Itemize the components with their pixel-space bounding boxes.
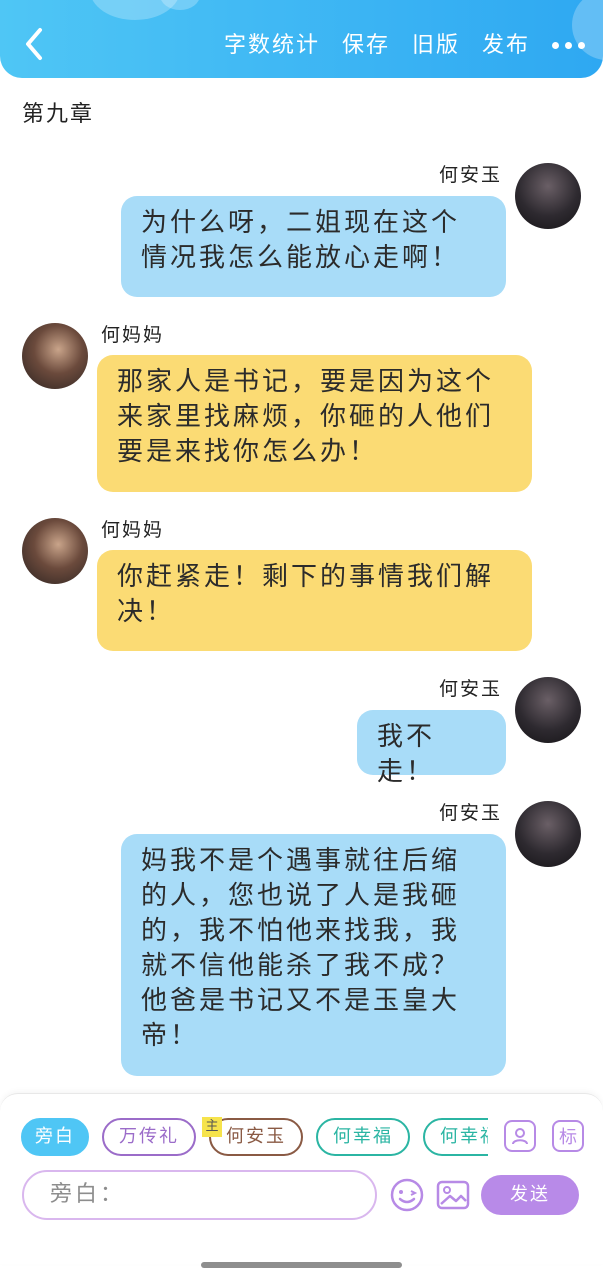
- emoji-icon-glyph: [390, 1178, 424, 1212]
- image-icon[interactable]: [435, 1177, 471, 1213]
- message-input[interactable]: 旁白：: [22, 1170, 377, 1220]
- speaker-name: 何妈妈: [101, 324, 165, 346]
- image-icon-glyph: [436, 1180, 470, 1210]
- avatar[interactable]: [22, 323, 88, 389]
- person-icon-glyph: [512, 1128, 528, 1145]
- avatar[interactable]: [515, 801, 581, 867]
- message-bubble[interactable]: 为什么呀，二姐现在这个情况我怎么能放心走啊！: [121, 196, 506, 297]
- send-button[interactable]: 发送: [481, 1175, 579, 1215]
- chip-character[interactable]: 何幸福: [423, 1118, 488, 1156]
- message-bubble[interactable]: 那家人是书记，要是因为这个来家里找麻烦，你砸的人他们要是来找你怎么办！: [97, 355, 532, 492]
- speaker-name: 何安玉: [438, 164, 502, 186]
- speaker-name: 何安玉: [438, 802, 502, 824]
- publish-button[interactable]: 发布: [482, 27, 530, 59]
- more-icon[interactable]: [552, 38, 585, 49]
- old-version-button[interactable]: 旧版: [412, 27, 460, 59]
- emoji-icon[interactable]: [389, 1177, 425, 1213]
- person-icon[interactable]: [504, 1120, 536, 1152]
- save-button[interactable]: 保存: [342, 27, 390, 59]
- tag-button[interactable]: 标: [552, 1120, 584, 1152]
- main-character-badge: 主: [202, 1117, 222, 1137]
- header-actions: 字数统计 保存 旧版 发布: [224, 25, 585, 61]
- chip-character[interactable]: 何幸福: [316, 1118, 410, 1156]
- character-chips: 旁白 万传礼 何安玉 何幸福 何幸福: [21, 1118, 488, 1156]
- chip-character[interactable]: 万传礼: [102, 1118, 196, 1156]
- avatar[interactable]: [515, 677, 581, 743]
- speaker-name: 何妈妈: [101, 519, 165, 541]
- avatar[interactable]: [515, 163, 581, 229]
- chip-character[interactable]: 何安玉: [209, 1118, 303, 1156]
- avatar[interactable]: [22, 518, 88, 584]
- word-count-button[interactable]: 字数统计: [224, 27, 320, 59]
- chevron-left-icon: [26, 28, 42, 60]
- chapter-title: 第九章: [22, 102, 95, 127]
- message-bubble[interactable]: 你赶紧走！剩下的事情我们解决！: [97, 550, 532, 651]
- chip-narration[interactable]: 旁白: [21, 1118, 89, 1156]
- back-button[interactable]: [18, 24, 50, 64]
- message-bubble[interactable]: 我不走！: [357, 710, 506, 787]
- home-indicator: [201, 1262, 402, 1268]
- speaker-name: 何安玉: [438, 678, 502, 700]
- top-bar: 字数统计 保存 旧版 发布: [0, 0, 603, 78]
- message-bubble[interactable]: 妈我不是个遇事就往后缩的人，您也说了人是我砸的，我不怕他来找我，我就不信他能杀了…: [121, 834, 506, 1076]
